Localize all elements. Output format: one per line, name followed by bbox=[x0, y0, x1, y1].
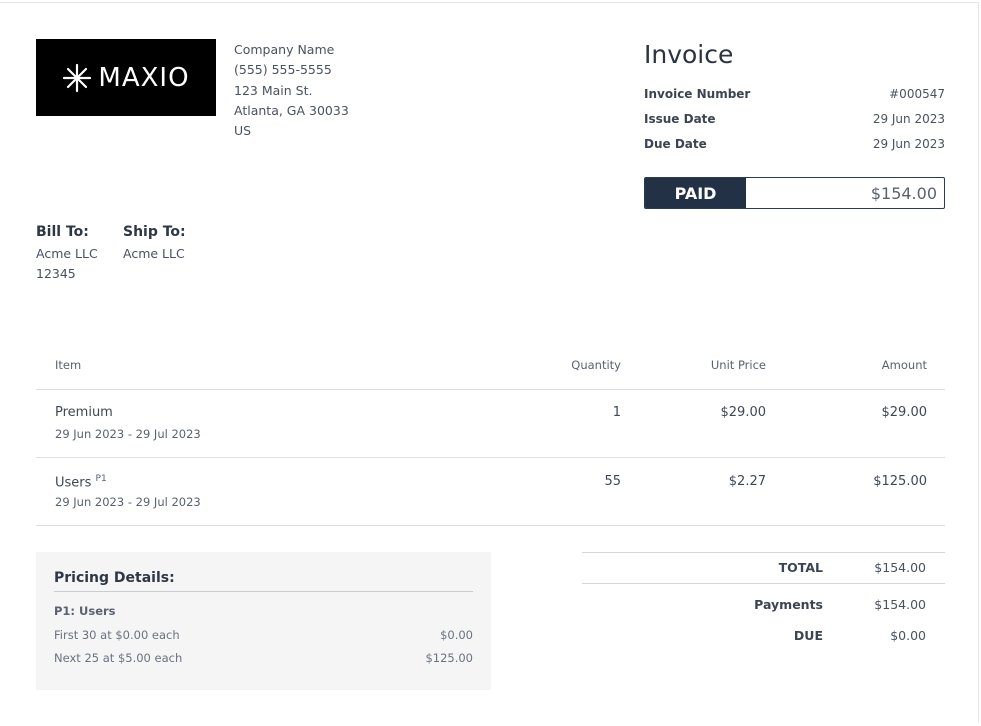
invoice-number-label: Invoice Number bbox=[644, 87, 751, 101]
ship-to-line1: Acme LLC bbox=[123, 246, 185, 261]
ship-to-address: Acme LLC bbox=[123, 244, 185, 264]
payment-status-box: PAID $154.00 bbox=[644, 177, 945, 209]
total-value: $154.00 bbox=[874, 560, 926, 575]
logo-text: MAXIO bbox=[98, 62, 190, 93]
table-row-item: Users P1 bbox=[55, 474, 107, 490]
pricing-details-panel: Pricing Details: P1: Users First 30 at $… bbox=[36, 552, 491, 690]
totals-divider bbox=[582, 583, 945, 584]
payments-value: $154.00 bbox=[874, 597, 926, 612]
due-label: DUE bbox=[793, 628, 823, 643]
col-header-amount: Amount bbox=[881, 358, 927, 372]
invoice-title: Invoice bbox=[644, 40, 734, 69]
issue-date-label: Issue Date bbox=[644, 112, 716, 126]
table-bottom-divider bbox=[36, 525, 945, 526]
company-name: Company Name bbox=[234, 42, 335, 57]
asterisk-logo-icon bbox=[63, 63, 92, 92]
total-label: TOTAL bbox=[778, 560, 823, 575]
company-logo: MAXIO bbox=[36, 39, 216, 116]
status-badge: PAID bbox=[645, 178, 746, 208]
pricing-tier: First 30 at $0.00 each $0.00 bbox=[54, 628, 473, 642]
bill-to-line1: Acme LLC bbox=[36, 246, 98, 261]
tier-amount: $125.00 bbox=[425, 651, 473, 665]
item-name: Users bbox=[55, 475, 92, 491]
table-header-divider bbox=[36, 389, 945, 390]
item-period: 29 Jun 2023 - 29 Jul 2023 bbox=[55, 495, 201, 509]
tier-label: First 30 at $0.00 each bbox=[54, 628, 180, 642]
company-country: US bbox=[234, 123, 252, 139]
item-quantity: 55 bbox=[604, 474, 621, 489]
totals-top-divider bbox=[582, 552, 945, 553]
due-value: $0.00 bbox=[890, 628, 926, 643]
issue-date-value: 29 Jun 2023 bbox=[872, 112, 945, 126]
tier-label: Next 25 at $5.00 each bbox=[54, 651, 183, 665]
due-date-value: 29 Jun 2023 bbox=[872, 137, 945, 151]
invoice-number-value: #000547 bbox=[889, 87, 945, 101]
payments-label: Payments bbox=[754, 597, 823, 612]
item-amount: $125.00 bbox=[873, 474, 927, 489]
due-date-row: Due Date 29 Jun 2023 bbox=[644, 137, 945, 151]
ship-to-heading: Ship To: bbox=[123, 224, 186, 240]
item-name: Premium bbox=[55, 405, 113, 420]
issue-date-row: Issue Date 29 Jun 2023 bbox=[644, 112, 945, 126]
pricing-details-title: Pricing Details: bbox=[54, 570, 175, 586]
item-unit-price: $2.27 bbox=[728, 474, 766, 489]
pricing-marker: P1 bbox=[95, 474, 107, 484]
tier-amount: $0.00 bbox=[440, 628, 473, 642]
pricing-tier: Next 25 at $5.00 each $125.00 bbox=[54, 651, 473, 665]
col-header-unit-price: Unit Price bbox=[710, 358, 766, 372]
company-address: Company Name (555) 555-5555 123 Main St.… bbox=[234, 40, 349, 141]
table-row-divider bbox=[36, 457, 945, 458]
status-amount: $154.00 bbox=[870, 183, 937, 203]
table-row-item: Premium bbox=[55, 405, 113, 420]
due-date-label: Due Date bbox=[644, 137, 707, 151]
pricing-divider bbox=[54, 591, 473, 592]
col-header-item: Item bbox=[55, 358, 82, 372]
item-unit-price: $29.00 bbox=[720, 405, 767, 420]
company-phone: (555) 555-5555 bbox=[234, 62, 332, 78]
bill-to-heading: Bill To: bbox=[36, 224, 89, 240]
item-period: 29 Jun 2023 - 29 Jul 2023 bbox=[55, 427, 201, 441]
company-street: 123 Main St. bbox=[234, 82, 313, 98]
item-amount: $29.00 bbox=[881, 405, 928, 420]
item-quantity: 1 bbox=[612, 405, 621, 420]
invoice-number-row: Invoice Number #000547 bbox=[644, 87, 945, 101]
company-city: Atlanta, GA 30033 bbox=[234, 102, 349, 118]
bill-to-address: Acme LLC 12345 bbox=[36, 244, 98, 284]
col-header-quantity: Quantity bbox=[571, 358, 621, 372]
pricing-subtitle: P1: Users bbox=[54, 604, 116, 618]
bill-to-line2: 12345 bbox=[36, 266, 76, 281]
